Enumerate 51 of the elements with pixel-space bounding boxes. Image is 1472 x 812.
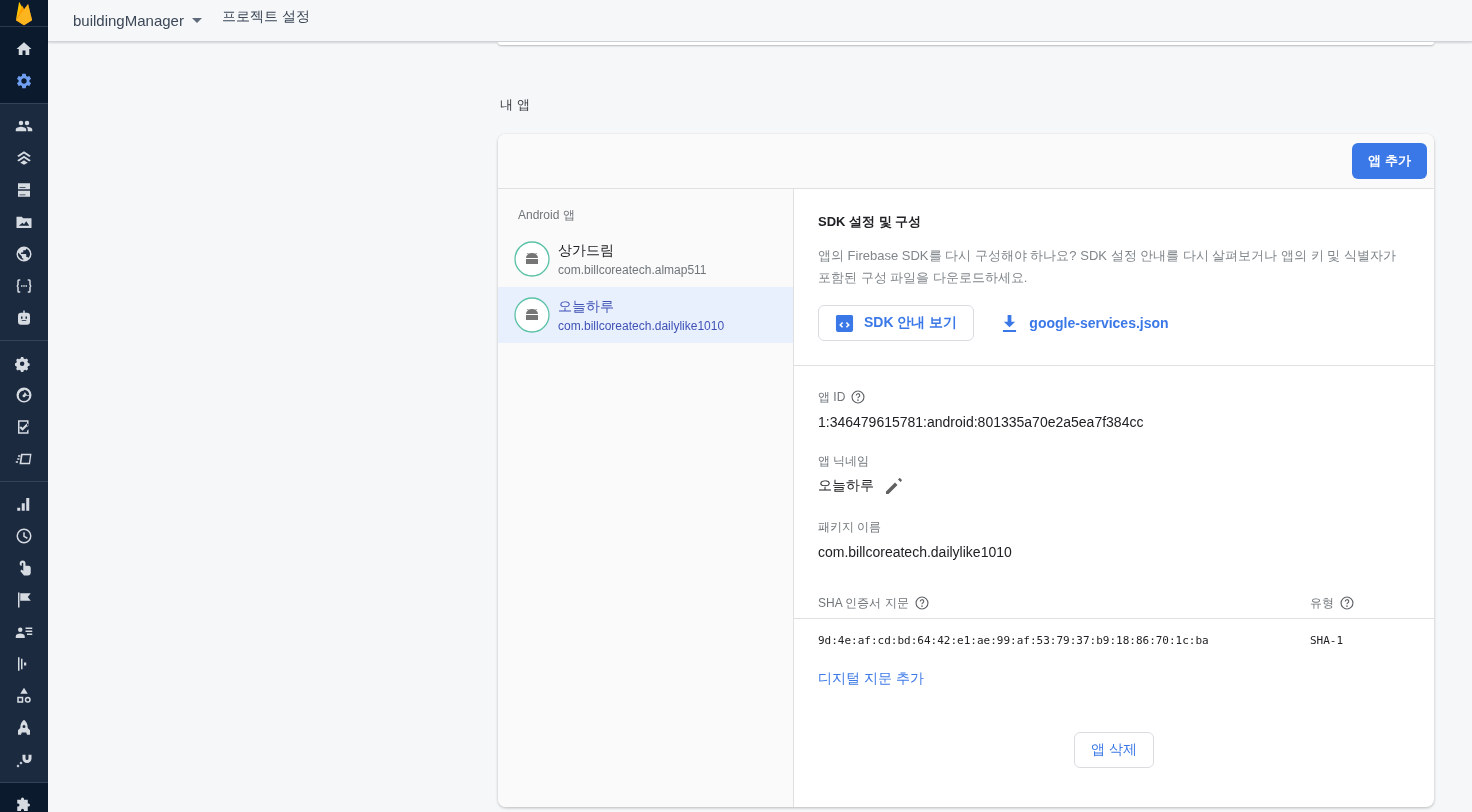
column-header: 유형 [1310,594,1334,612]
add-app-button[interactable]: 앱 추가 [1352,143,1427,179]
gears-icon[interactable] [15,354,33,372]
column-header: SHA 인증서 지문 [818,594,909,612]
help-icon[interactable] [914,596,929,610]
page-title: 프로젝트 설정 [221,7,310,26]
app-package: com.billcoreatech.dailylike1010 [558,318,725,333]
caret-icon [191,18,202,23]
server-icon[interactable] [15,181,33,199]
gauge-icon[interactable] [15,386,33,404]
help-icon[interactable] [1340,596,1354,610]
sdk-title: SDK 설정 및 구성 [818,213,923,231]
download-icon [1002,314,1018,332]
flag-icon[interactable] [15,591,33,609]
field-value: 오늘하루 [818,477,874,495]
field-label: 패키지 이름 [818,518,882,536]
field-value: com.billcoreatech.dailylike1010 [818,544,1013,560]
home-icon[interactable] [15,40,33,58]
table-cell: SHA-1 [1310,633,1344,647]
sdk-description: 앱의 Firebase SDK를 다시 구성해야 하나요? SDK 설정 안내를 다시 살펴보거나 앱의 키 및 식별자가 포함된 구성 파일을 다운로드하세요. [818,247,1397,287]
app-package: com.billcoreatech.almap511 [558,262,707,277]
clock-icon[interactable] [15,527,33,545]
braces-icon[interactable] [15,277,33,295]
download-link[interactable]: google-services.json [1002,314,1169,332]
android-icon [514,297,550,333]
help-icon[interactable] [851,390,866,404]
app-name: 상가드림 [558,241,615,260]
project-selector[interactable]: buildingManager [73,12,202,29]
field-label: 앱 ID [818,388,846,406]
robot-icon[interactable] [15,309,33,327]
app-name: 오늘하루 [558,297,615,316]
app-list-item[interactable]: 상가드림 com.billcoreatech.almap511 [498,231,793,287]
globe-icon[interactable] [15,245,33,263]
shapes-icon[interactable] [15,687,33,705]
section-title: 내 앱 [500,96,531,114]
table-cell: 9d:4e:af:cd:bd:64:42:e1:ae:99:af:53:79:37:b9:18:86:70:1c:ba [818,633,1209,647]
field-label: 앱 닉네임 [818,452,870,470]
rocket-icon[interactable] [15,719,33,737]
field-value: 1:346479615781:android:801335a70e2a5ea7f384cc [818,414,1145,430]
delete-app-button[interactable]: 앱 삭제 [1074,732,1154,768]
sdk-guide-button[interactable]: SDK 안내 보기 [818,305,975,341]
layers-icon[interactable] [15,149,33,167]
app-list-item[interactable]: 오늘하루 com.billcoreatech.dailylike1010 [498,287,793,343]
flame-icon[interactable] [14,0,34,26]
edit-icon[interactable] [884,476,904,496]
code-icon [835,313,854,333]
puzzle-icon[interactable] [15,796,33,812]
list-heading: Android 앱 [517,207,576,224]
android-icon [514,241,550,277]
add-fingerprint-link[interactable]: 디지털 지문 추가 [818,670,924,686]
settings-icon[interactable] [15,72,33,90]
